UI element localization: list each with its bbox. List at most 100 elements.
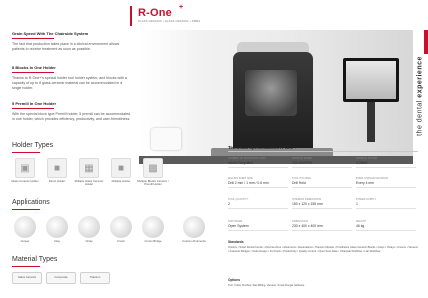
feature-title: Grain Speed With The Chairside System — [12, 31, 89, 36]
application-item: Crown Bridge — [136, 216, 170, 243]
spec-value: Drill 2 mm / 1 mm / 0.6 mm — [228, 181, 269, 185]
tagline-light: the dental — [416, 100, 424, 136]
spec-key: Spindle Power — [356, 157, 378, 160]
holder-types-title: Holder Types — [12, 142, 54, 149]
spec-cell: Spindle Power 0,26kW — [356, 157, 416, 168]
holder-type-label: Multiple Glass Ceramic Holder — [74, 179, 104, 187]
tagline-accent — [424, 30, 428, 54]
section-rule — [12, 266, 40, 267]
veneer-icon — [14, 216, 36, 238]
spec-key: Software — [228, 220, 243, 223]
multi-holder-icon: ▦ — [79, 158, 99, 178]
options-block: Options Tool, Cutter Flushes, Wet-Millin… — [228, 278, 418, 288]
spec-value: 100.000RPM — [292, 161, 312, 165]
application-label: Crown Bridge — [144, 239, 162, 243]
holder-type-item: ▣ Glass Ceramic Holder — [8, 158, 42, 183]
premill-holder-icon: ▩ — [143, 158, 163, 178]
spec-value: 150 x 120 x 155 mm — [292, 202, 323, 206]
tagline-bold: experience — [416, 56, 424, 98]
holder-type-item: ■ Multiple Holder — [104, 158, 138, 183]
spec-cell: Dimensions 230 x 400 x 400 mm — [292, 220, 352, 231]
spec-key: Number of Machining Axes — [228, 157, 266, 160]
spec-value: Drill Hold — [292, 181, 306, 185]
machine-window — [245, 70, 297, 116]
spec-value: 4Axes Simplified — [228, 161, 254, 165]
holder-type-item: ▦ Multiple Glass Ceramic Holder — [72, 158, 106, 187]
crown-bridge-icon — [142, 216, 164, 238]
options-text: Tool, Cutter Flushes, Wet-Milling, Vacuu… — [228, 284, 305, 287]
spec-value: 46 kg — [356, 224, 365, 228]
options-title: Options — [228, 278, 241, 282]
application-label: Crown — [116, 239, 126, 243]
spec-key: Tool Quantity — [228, 198, 249, 201]
standards-title: Standards — [228, 240, 244, 244]
spec-key: Dimensions — [292, 220, 309, 223]
feature-text: Thanks to R-One+'s special holder tool h… — [12, 76, 127, 90]
brand-plus: + — [179, 4, 184, 11]
spec-cell: Milling Burr Size Drill 2 mm / 1 mm / 0.… — [228, 177, 288, 188]
feature-block: 8 Blocks In One Holder Thanks to R-One+'… — [12, 65, 132, 91]
feature-rule — [12, 108, 54, 109]
spec-value: 1 — [356, 202, 358, 206]
feature-rule — [12, 38, 54, 39]
inlay-icon — [46, 216, 68, 238]
spec-cell: Spindle Speed 100.000RPM — [292, 157, 352, 168]
spec-key: Weight — [356, 220, 367, 223]
feature-block: 5 Premill In One Holder With the special… — [12, 101, 132, 122]
holder-type-item: ▩ Multiple Blocks Ceramic / Premill Hold… — [136, 158, 170, 187]
spec-value: 0,26kW — [356, 161, 368, 165]
brand-name: R-One — [138, 7, 172, 19]
spec-cell: Number of Machining Axes 4Axes Simplifie… — [228, 157, 288, 168]
application-label: Custom Abutments — [182, 239, 206, 243]
application-item: Veneer — [8, 216, 42, 243]
spec-value: 2 — [228, 202, 230, 206]
material-item: Composite — [46, 272, 76, 284]
material-item: Glass Ceramic — [12, 272, 42, 284]
holder-type-item: ■ Direct Holder — [40, 158, 74, 183]
spec-cell: Tool Quantity 2 — [228, 198, 288, 209]
spec-key: Milling Burr Size — [228, 177, 253, 180]
application-item: Custom Abutments — [174, 216, 214, 243]
feature-rule — [12, 72, 54, 73]
feature-title: 5 Premill In One Holder — [12, 101, 57, 106]
feature-text: With the special block type Premill hold… — [12, 112, 131, 121]
application-label: Inlay — [54, 239, 60, 243]
holder-icon: ■ — [111, 158, 131, 178]
product-photo — [139, 30, 413, 164]
spec-title-rule — [228, 151, 418, 152]
holder-type-label: Multiple Holder — [111, 179, 131, 183]
spec-cell: Interior Dimensions 150 x 120 x 155 mm — [292, 198, 352, 209]
applications-title: Applications — [12, 199, 50, 206]
application-item: Crown — [104, 216, 138, 243]
spec-key: Interior Dimensions — [292, 198, 322, 201]
tagline: the dental experience — [417, 56, 424, 136]
holder-type-label: Glass Ceramic Holder — [11, 179, 39, 183]
application-label: Onlay — [85, 239, 93, 243]
holder-type-label: Multiple Blocks Ceramic / Premill Holder — [137, 179, 169, 187]
brand-subtitle: GLASS CERAMIC • GLASS CERAMIC • PMMA — [138, 20, 201, 23]
spec-cell: Software Open System — [228, 220, 288, 231]
spec-title: Technical Specifications R-One + — [228, 145, 298, 150]
spec-value: Open System — [228, 224, 249, 228]
standards-text: Options • Smart Dental Center • Zirconia… — [228, 246, 418, 253]
spec-key: Burr Change Maximum — [356, 177, 388, 180]
monitor-screen — [346, 61, 396, 99]
application-item: Inlay — [40, 216, 74, 243]
spec-cell: Weight 46 kg — [356, 220, 416, 231]
spec-cell: Burr Change Maximum Every 4 mm — [356, 177, 416, 188]
application-item: Onlay — [72, 216, 106, 243]
feature-title: 8 Blocks In One Holder — [12, 65, 56, 70]
spec-key: Power Supply — [356, 198, 377, 201]
spec-value: 230 x 400 x 400 mm — [292, 224, 323, 228]
brand-accent-bar — [130, 6, 132, 26]
block-tray — [151, 128, 181, 150]
material-types-title: Material Types — [12, 256, 58, 263]
crown-icon — [110, 216, 132, 238]
block-holder-icon: ▣ — [15, 158, 35, 178]
section-rule — [12, 209, 40, 210]
section-rule — [12, 152, 40, 153]
standards-block: Standards Options • Smart Dental Center … — [228, 240, 418, 254]
spec-value: Every 4 mm — [356, 181, 375, 185]
spec-key: Spindle Speed — [292, 157, 313, 160]
feature-block: Grain Speed With The Chairside System Th… — [12, 31, 132, 52]
